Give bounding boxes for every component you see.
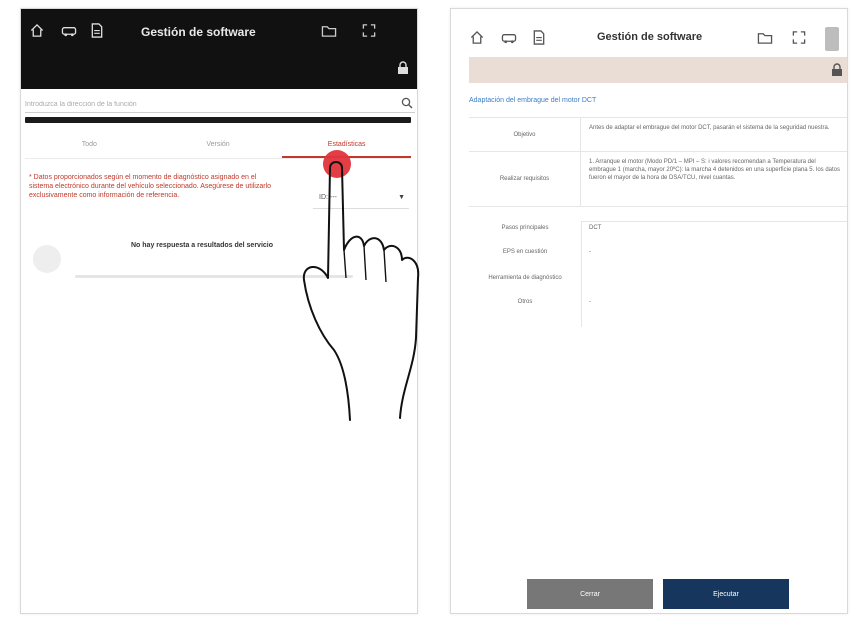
expand-icon[interactable] bbox=[791, 30, 807, 45]
vehicle-scan-icon[interactable] bbox=[501, 30, 517, 45]
search-icon[interactable] bbox=[401, 96, 413, 109]
tab-statistics[interactable]: Estadísticas bbox=[282, 131, 412, 158]
home-icon[interactable] bbox=[469, 30, 485, 45]
document-icon[interactable] bbox=[89, 23, 105, 38]
tab-all[interactable]: Todo bbox=[25, 131, 154, 158]
detail-value: - bbox=[589, 249, 591, 255]
section-title: Adaptación del embrague del motor DCT bbox=[469, 97, 597, 104]
row-value: Antes de adaptar el embrague del motor D… bbox=[589, 125, 830, 131]
lock-icon[interactable] bbox=[397, 61, 409, 75]
run-button[interactable]: Ejecutar bbox=[663, 579, 789, 609]
home-icon[interactable] bbox=[29, 23, 45, 38]
expand-icon[interactable] bbox=[361, 23, 377, 38]
document-icon[interactable] bbox=[531, 30, 547, 45]
detail-value: - bbox=[589, 299, 591, 305]
right-header: Gestión de software bbox=[451, 9, 847, 53]
empty-message: No hay respuesta a resultados del servic… bbox=[131, 242, 274, 249]
detail-key: Herramienta de diagnóstico bbox=[488, 275, 562, 281]
right-phone-screen: Gestión de software Adaptación del embra… bbox=[450, 8, 848, 614]
details-box bbox=[581, 221, 847, 327]
status-band bbox=[469, 57, 847, 83]
cancel-button[interactable]: Cerrar bbox=[527, 579, 653, 609]
detail-value: DCT bbox=[589, 225, 602, 231]
dark-divider-bar bbox=[25, 117, 411, 123]
search-input[interactable] bbox=[25, 95, 385, 114]
row-value: 1. Arranque el motor (Modo PD/1 – MPI – … bbox=[589, 159, 840, 181]
folder-icon[interactable] bbox=[757, 30, 773, 45]
detail-key: Otros bbox=[517, 299, 533, 305]
id-dropdown[interactable]: ID: --- ▼ bbox=[313, 187, 409, 209]
row-key: Realizar requisitos bbox=[469, 152, 581, 206]
detail-row: Otros - bbox=[469, 299, 847, 305]
detail-row: EPS en cuestión - bbox=[469, 249, 847, 255]
table-row: Realizar requisitos 1. Arranque el motor… bbox=[469, 151, 847, 207]
table-row: Objetivo Antes de adaptar el embrague de… bbox=[469, 117, 847, 151]
detail-row: Herramienta de diagnóstico bbox=[469, 275, 847, 281]
detail-value bbox=[581, 275, 589, 281]
notice-text: * Datos proporcionados según el momento … bbox=[29, 174, 272, 199]
detail-key: Pasos principales bbox=[501, 225, 549, 231]
info-table: Objetivo Antes de adaptar el embrague de… bbox=[469, 117, 847, 207]
dropdown-value: ID: --- bbox=[319, 194, 337, 201]
scrollbar[interactable] bbox=[825, 27, 839, 51]
page-title: Gestión de software bbox=[597, 31, 703, 43]
folder-icon[interactable] bbox=[321, 23, 337, 38]
search-bar bbox=[25, 93, 415, 114]
lock-icon[interactable] bbox=[831, 63, 843, 77]
left-phone-screen: Gestión de software Todo Versión Estadís… bbox=[20, 8, 418, 614]
detail-row: Pasos principales DCT bbox=[469, 225, 847, 231]
tab-version[interactable]: Versión bbox=[154, 131, 283, 158]
left-header: Gestión de software bbox=[21, 9, 417, 89]
tab-bar: Todo Versión Estadísticas bbox=[25, 131, 412, 159]
vehicle-scan-icon[interactable] bbox=[61, 23, 77, 38]
detail-key: EPS en cuestión bbox=[502, 249, 548, 255]
loading-track bbox=[75, 275, 353, 278]
chevron-down-icon: ▼ bbox=[398, 194, 405, 201]
avatar bbox=[33, 245, 61, 273]
page-title: Gestión de software bbox=[141, 25, 256, 39]
row-key: Objetivo bbox=[469, 118, 581, 151]
